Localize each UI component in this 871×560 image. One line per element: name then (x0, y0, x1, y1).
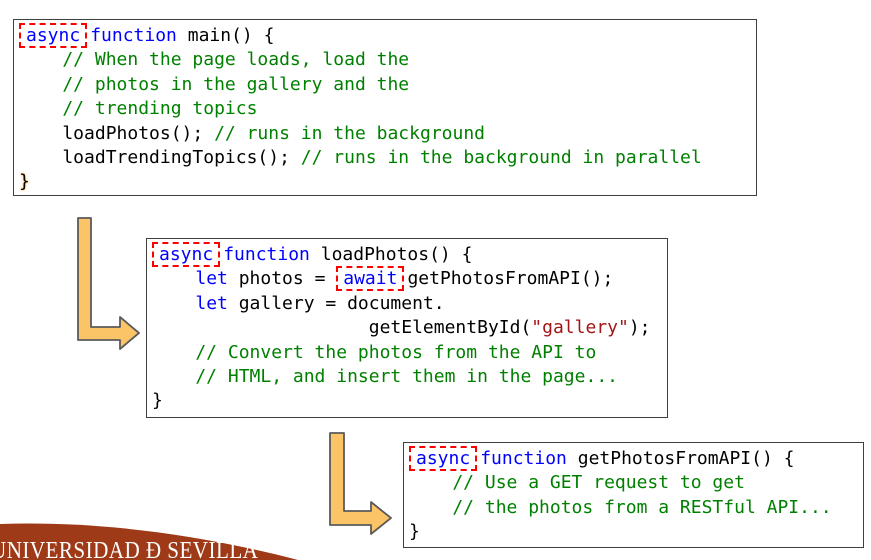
code-line: asyncfunction main() { (19, 24, 756, 48)
code-token: getElementById( (152, 317, 531, 338)
code-line: // photos in the gallery and the (19, 73, 756, 97)
code-getphotosfromapi: asyncfunction getPhotosFromAPI() { // Us… (404, 443, 863, 545)
code-token: function (223, 244, 310, 265)
code-token: // runs in the background (214, 123, 485, 144)
code-token: gallery = document. (228, 293, 445, 314)
code-token: main() { (177, 25, 275, 46)
university-logo-text: UNIVERSIDAD Đ SEVILLA (0, 538, 258, 560)
code-line: getElementById("gallery"); (152, 316, 667, 340)
code-token: // photos in the gallery and the (19, 74, 409, 95)
code-line: let gallery = document. (152, 292, 667, 316)
code-token: getPhotosFromAPI(); (407, 268, 613, 289)
highlighted-keyword: await (336, 266, 404, 291)
code-token: } (152, 390, 163, 411)
code-line: // Use a GET request to get (409, 471, 863, 495)
slide: asyncfunction main() { // When the page … (0, 0, 871, 560)
code-line: asyncfunction loadPhotos() { (152, 243, 667, 267)
code-token: // When the page loads, load the (19, 49, 409, 70)
code-line: } (409, 520, 863, 544)
code-token: // trending topics (19, 98, 257, 119)
highlighted-keyword: async (409, 446, 477, 471)
flow-arrow-main-to-loadphotos (78, 218, 139, 349)
code-token: } (409, 521, 420, 542)
code-token: photos = (228, 268, 336, 289)
code-token: } (19, 171, 30, 192)
code-token: let (195, 268, 228, 289)
code-line: // When the page loads, load the (19, 48, 756, 72)
code-token: loadPhotos() { (310, 244, 473, 265)
code-line: loadTrendingTopics(); // runs in the bac… (19, 146, 756, 170)
code-token: // Use a GET request to get (409, 472, 745, 493)
code-token: // runs in the background in parallel (301, 147, 702, 168)
code-token: loadTrendingTopics(); (19, 147, 301, 168)
code-token: ); (629, 317, 651, 338)
code-token: // HTML, and insert them in the page... (152, 366, 618, 387)
code-token (152, 293, 195, 314)
code-main: asyncfunction main() { // When the page … (14, 20, 756, 195)
code-line: } (19, 170, 756, 194)
flow-arrow-loadphotos-to-api (330, 433, 391, 534)
code-line: // HTML, and insert them in the page... (152, 365, 667, 389)
code-block-loadphotos: asyncfunction loadPhotos() { let photos … (146, 238, 668, 418)
code-block-main: asyncfunction main() { // When the page … (13, 19, 757, 196)
highlighted-keyword: async (19, 23, 87, 48)
code-line: loadPhotos(); // runs in the background (19, 122, 756, 146)
code-loadphotos: asyncfunction loadPhotos() { let photos … (147, 239, 667, 414)
code-block-getphotosfromapi: asyncfunction getPhotosFromAPI() { // Us… (403, 442, 864, 548)
code-line: // trending topics (19, 97, 756, 121)
code-token: // Convert the photos from the API to (152, 342, 596, 363)
code-token: getPhotosFromAPI() { (567, 448, 795, 469)
code-line: } (152, 389, 667, 413)
code-token: function (90, 25, 177, 46)
code-token: loadPhotos(); (19, 123, 214, 144)
highlighted-keyword: async (152, 242, 220, 267)
code-token: "gallery" (531, 317, 629, 338)
code-line: // the photos from a RESTful API... (409, 496, 863, 520)
code-line: // Convert the photos from the API to (152, 341, 667, 365)
code-token: let (195, 293, 228, 314)
code-line: asyncfunction getPhotosFromAPI() { (409, 447, 863, 471)
code-line: let photos = awaitgetPhotosFromAPI(); (152, 267, 667, 291)
code-token: // the photos from a RESTful API... (409, 497, 832, 518)
code-token: function (480, 448, 567, 469)
code-token (152, 268, 195, 289)
